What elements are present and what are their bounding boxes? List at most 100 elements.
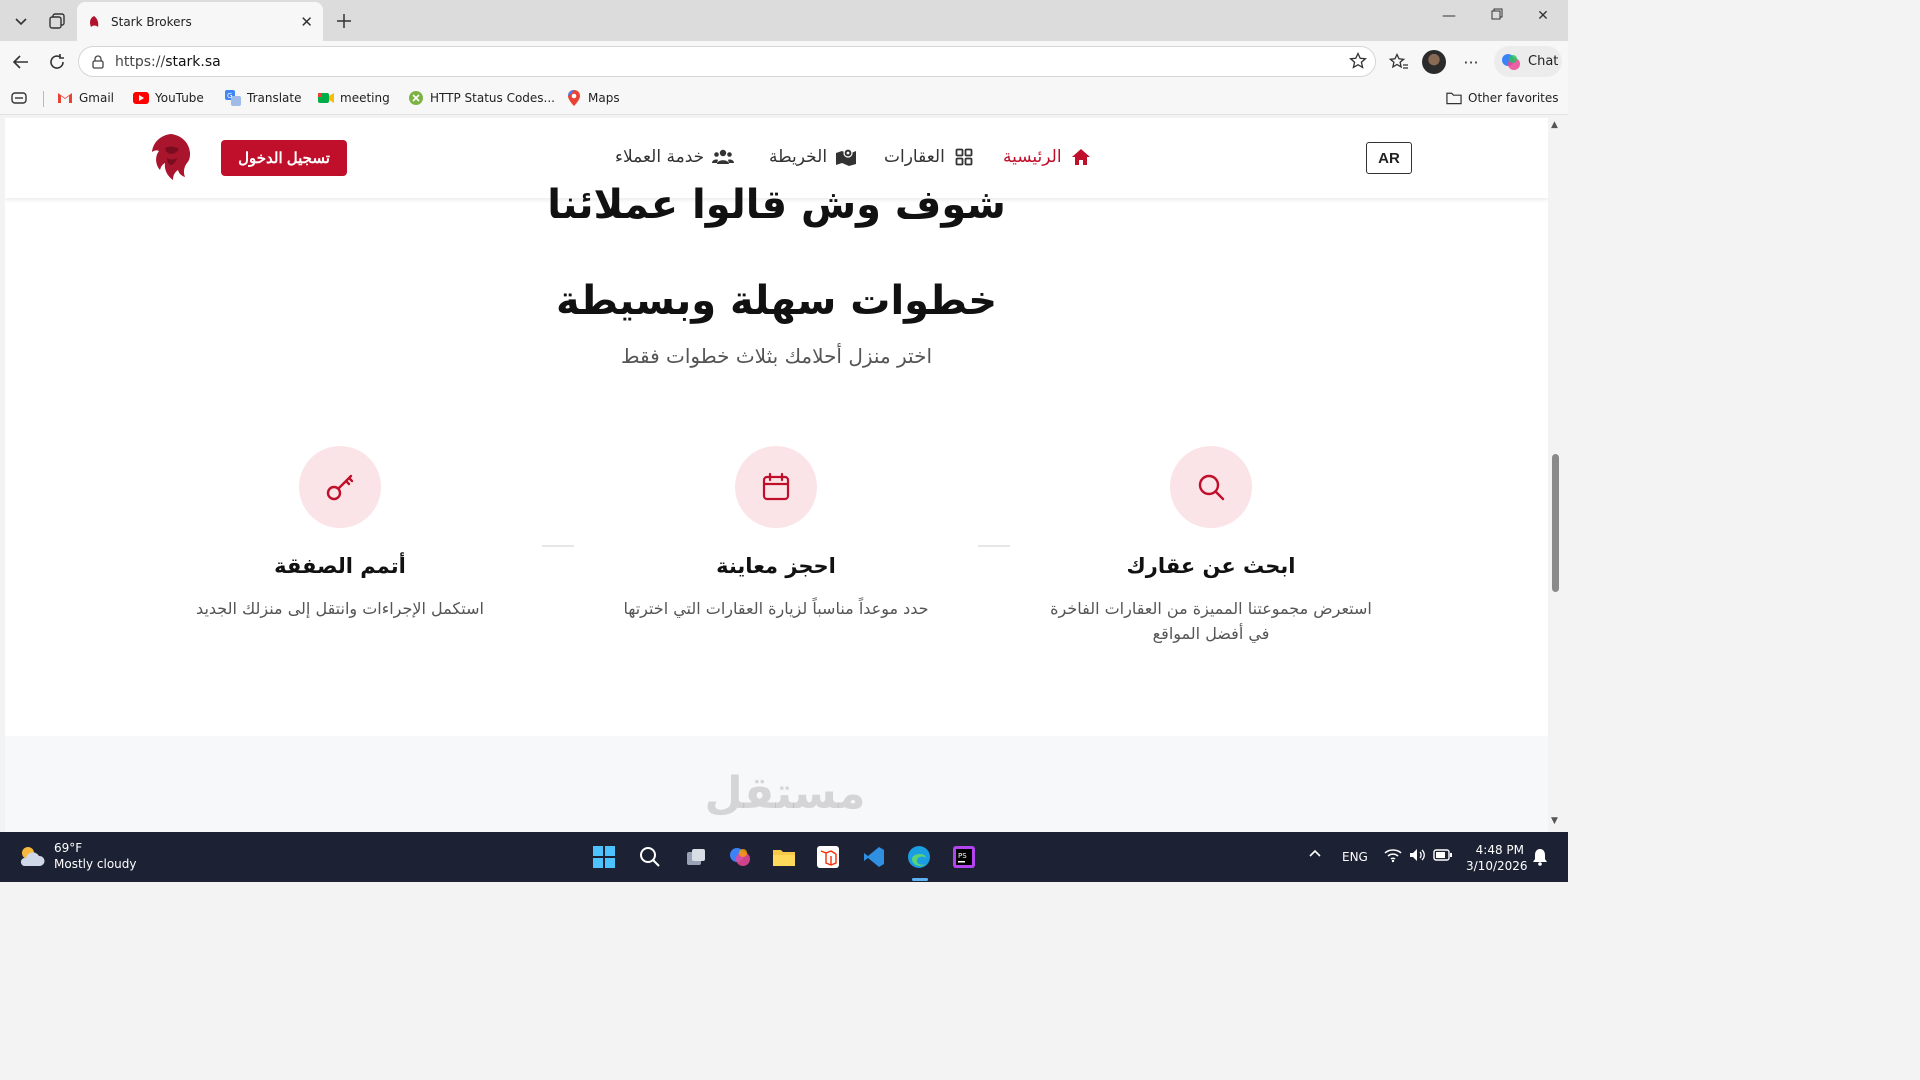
- folder-icon: [1446, 90, 1462, 106]
- address-input[interactable]: https://stark.sa: [78, 46, 1376, 77]
- network-status[interactable]: [1384, 847, 1402, 866]
- star-icon: [1349, 51, 1367, 69]
- phpstorm-app-button[interactable]: PS: [950, 843, 978, 871]
- site-favicon-icon: [90, 15, 99, 27]
- chevron-up-icon: [1309, 849, 1321, 857]
- nav-label: العقارات: [884, 147, 945, 167]
- minimize-button[interactable]: —: [1426, 8, 1472, 24]
- step-title: أتمم الصفقة: [274, 554, 406, 578]
- input-language-indicator[interactable]: ENG: [1342, 850, 1368, 864]
- favorite-star-button[interactable]: [1349, 51, 1367, 74]
- copilot-icon: [730, 848, 750, 866]
- plus-icon: [337, 14, 351, 28]
- edge-icon: [908, 846, 930, 868]
- step-title: ابحث عن عقارك: [1126, 554, 1296, 578]
- favorites-list-icon: [1389, 53, 1408, 69]
- http-icon: [408, 90, 424, 106]
- maximize-button[interactable]: [1474, 8, 1520, 24]
- close-tab-icon[interactable]: ✕: [300, 13, 313, 31]
- favorite-gmail[interactable]: Gmail: [57, 90, 114, 106]
- bell-icon: [1533, 849, 1547, 866]
- tab-list-button[interactable]: [6, 6, 36, 36]
- windows-logo-icon: [593, 846, 615, 868]
- system-clock[interactable]: 4:48 PM 3/10/2026: [1466, 842, 1528, 874]
- home-icon: [1070, 146, 1092, 168]
- lion-logo-icon[interactable]: [147, 132, 195, 182]
- scroll-down-arrow-icon[interactable]: ▼: [1551, 816, 1558, 826]
- more-menu-button[interactable]: ···: [1458, 49, 1484, 75]
- nav-label: الخريطة: [769, 147, 828, 167]
- temperature-text: 69°F: [54, 841, 83, 855]
- nav-customer-service[interactable]: خدمة العملاء: [615, 146, 735, 168]
- refresh-button[interactable]: [44, 49, 70, 75]
- testimonials-title: شوف وش قالوا عملائنا: [547, 182, 1006, 228]
- divider: [43, 91, 44, 107]
- favorite-label: Translate: [247, 91, 302, 105]
- step-icon-circle: [299, 446, 381, 528]
- login-button[interactable]: تسجيل الدخول: [221, 140, 347, 176]
- show-hidden-icons-button[interactable]: [1308, 847, 1322, 864]
- taskbar-search-button[interactable]: [636, 843, 664, 871]
- map-icon: [835, 146, 857, 168]
- favorites-button[interactable]: [1386, 49, 1412, 75]
- windows-taskbar: 69°F Mostly cloudy PS ENG 4:48 PM 3/10/2…: [0, 832, 1568, 882]
- battery-icon: [1433, 849, 1452, 861]
- nav-map[interactable]: الخريطة: [769, 146, 857, 168]
- page-scrollbar[interactable]: ▲ ▼: [1548, 118, 1564, 832]
- favorites-app-button[interactable]: [10, 90, 28, 106]
- chevron-down-icon: [15, 18, 27, 26]
- search-icon: [1198, 474, 1225, 501]
- ellipsis-icon: ···: [1463, 52, 1479, 72]
- tab-stark-brokers[interactable]: Stark Brokers ✕: [77, 2, 323, 41]
- favorite-meeting[interactable]: meeting: [318, 90, 390, 106]
- step-connector: [978, 545, 1010, 547]
- back-button[interactable]: [8, 49, 34, 75]
- start-button[interactable]: [590, 843, 618, 871]
- profile-button[interactable]: [1420, 49, 1448, 75]
- favorites-bar-icon: [11, 92, 27, 104]
- step-title: احجز معاينة: [716, 554, 836, 578]
- edge-browser-button[interactable]: [905, 843, 933, 871]
- step-description: حدد موعداً مناسباً لزيارة العقارات التي …: [623, 599, 929, 618]
- favorite-label: Maps: [588, 91, 620, 105]
- section-title: خطوات سهلة وبسيطة: [555, 278, 998, 324]
- step-description: استعرض مجموعتنا المميزة من العقارات الفا…: [1050, 599, 1372, 643]
- maps-icon: [566, 90, 582, 106]
- scrollbar-thumb[interactable]: [1552, 454, 1559, 592]
- speaker-icon: [1410, 849, 1425, 861]
- workspaces-button[interactable]: [42, 6, 72, 36]
- favorite-http-status-codes[interactable]: HTTP Status Codes...: [408, 90, 555, 106]
- url-prefix: https://: [115, 53, 166, 70]
- copilot-taskbar-button[interactable]: [726, 843, 754, 871]
- file-explorer-button[interactable]: [770, 843, 798, 871]
- close-window-button[interactable]: ✕: [1520, 8, 1566, 24]
- laravel-app-button[interactable]: [814, 843, 842, 871]
- favorite-maps[interactable]: Maps: [566, 90, 620, 106]
- url-host: stark.sa: [165, 53, 221, 70]
- language-button[interactable]: AR: [1366, 142, 1412, 174]
- favorite-youtube[interactable]: YouTube: [133, 90, 204, 106]
- new-tab-button[interactable]: [329, 6, 359, 36]
- battery-status[interactable]: [1433, 848, 1453, 865]
- active-app-indicator: [912, 878, 928, 881]
- favorite-translate[interactable]: G Translate: [225, 90, 302, 106]
- tabs-icon: [49, 13, 65, 29]
- search-icon: [640, 847, 660, 867]
- task-view-icon: [687, 849, 705, 865]
- other-favorites-folder[interactable]: Other favorites: [1446, 90, 1559, 106]
- scroll-up-arrow-icon[interactable]: ▲: [1551, 120, 1558, 130]
- task-view-button[interactable]: [682, 843, 710, 871]
- svg-text:PS: PS: [958, 852, 967, 860]
- lock-icon: [92, 54, 104, 69]
- weather-widget[interactable]: 69°F Mostly cloudy: [18, 840, 137, 872]
- nav-home[interactable]: الرئيسية: [1003, 146, 1092, 168]
- notifications-button[interactable]: [1532, 848, 1548, 869]
- calendar-icon: [762, 472, 790, 501]
- favorite-label: Gmail: [79, 91, 115, 105]
- vscode-app-button[interactable]: [860, 843, 888, 871]
- nav-properties[interactable]: العقارات: [884, 146, 975, 168]
- youtube-icon: [133, 90, 149, 106]
- meet-icon: [318, 90, 334, 106]
- copilot-chat-button[interactable]: Chat: [1494, 46, 1562, 77]
- volume-control[interactable]: [1408, 847, 1426, 866]
